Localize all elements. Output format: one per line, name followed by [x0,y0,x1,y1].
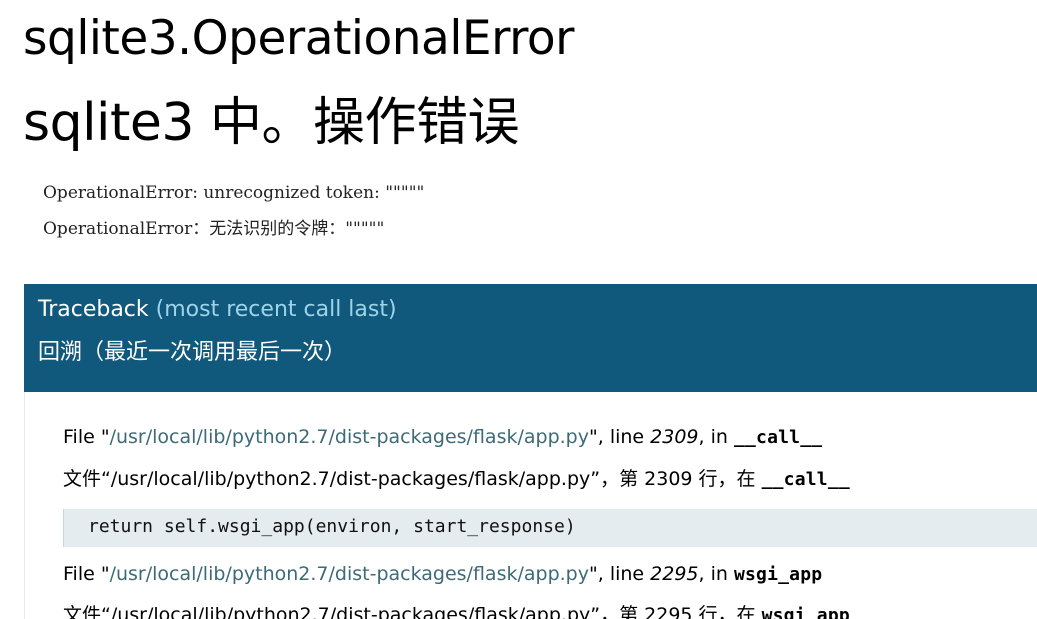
error-message-translation: OperationalError：无法识别的令牌：""""" [43,219,385,239]
frame-file-label: File " [63,426,110,448]
frame-file-path-zh: /usr/local/lib/python2.7/dist-packages/f… [110,468,591,490]
source-code-text: return self.wsgi_app(environ, start_resp… [88,516,576,537]
frame-function: wsgi_app [733,564,823,585]
frame-line-label-zh: ”，第 [590,604,645,619]
error-message: OperationalError: unrecognized token: ""… [43,183,425,203]
frame-function: __call__ [733,427,823,448]
frame-file-path-zh: /usr/local/lib/python2.7/dist-packages/f… [110,604,591,619]
frame-location: File "/usr/local/lib/python2.7/dist-pack… [63,425,822,450]
frame-line-label: ", line [589,426,651,448]
frame-file-path[interactable]: /usr/local/lib/python2.7/dist-packages/f… [110,563,589,585]
frame-in-label-zh: 行，在 [692,468,762,490]
frame-location: File "/usr/local/lib/python2.7/dist-pack… [63,562,822,587]
frame-line-number-zh: 2295 [644,604,693,619]
error-title: sqlite3.OperationalError [23,11,574,66]
debugger-page: sqlite3.OperationalError sqlite3 中。操作错误 … [0,0,1037,619]
frame-line-number: 2295 [650,563,699,585]
frame-file-label: File " [63,563,110,585]
frame-line-number-zh: 2309 [644,468,693,490]
frame-in-label: , in [698,426,734,448]
source-code-line[interactable]: return self.wsgi_app(environ, start_resp… [63,509,1037,547]
frame-in-label-zh: 行，在 [692,604,762,619]
frame-line-number: 2309 [650,426,699,448]
frame-function-zh: __call__ [761,469,850,490]
frame-in-label: , in [698,563,734,585]
traceback-header: Traceback (most recent call last) 回溯（最近一… [24,284,1037,392]
traceback-heading-label: Traceback [38,297,149,322]
frame-file-path[interactable]: /usr/local/lib/python2.7/dist-packages/f… [110,426,589,448]
frame-location-translation: 文件“/usr/local/lib/python2.7/dist-package… [63,603,850,619]
frame-line-label-zh: ”，第 [590,468,645,490]
frame-line-label: ", line [589,563,651,585]
frame-file-label-zh: 文件“ [63,468,111,490]
frame-function-zh: wsgi_app [761,605,850,619]
error-title-translation: sqlite3 中。操作错误 [23,93,520,153]
traceback-heading-detail: (most recent call last) [155,297,397,322]
traceback-heading: Traceback (most recent call last) [38,296,397,324]
frame-file-label-zh: 文件“ [63,604,111,619]
traceback-heading-translation: 回溯（最近一次调用最后一次） [38,340,347,365]
frame-location-translation: 文件“/usr/local/lib/python2.7/dist-package… [63,467,850,492]
traceback-body: File "/usr/local/lib/python2.7/dist-pack… [24,392,1037,619]
